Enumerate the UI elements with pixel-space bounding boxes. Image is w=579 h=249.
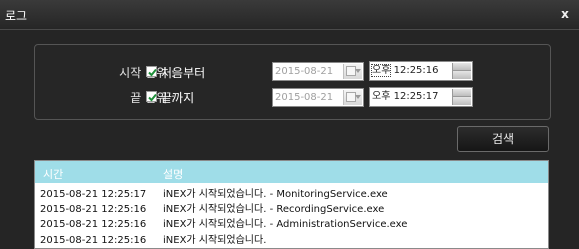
- start-date-dropdown-button[interactable]: [343, 64, 362, 79]
- spin-down-button[interactable]: [453, 71, 471, 79]
- close-button[interactable]: x: [558, 6, 572, 22]
- log-table[interactable]: 시간 설명 2015-08-21 12:25:17 iNEX가 시작되었습니다.…: [34, 160, 549, 249]
- range-filter-panel: 시작 범위 : 처음부터 2015-08-21 오후 12:25:16 끝 범위…: [34, 44, 551, 120]
- start-time-period[interactable]: 오후: [370, 64, 392, 77]
- to-end-checkbox[interactable]: [146, 91, 157, 102]
- chevron-down-icon: [355, 95, 361, 99]
- search-button[interactable]: 검색: [457, 126, 549, 152]
- end-time-period[interactable]: 오후: [372, 91, 390, 102]
- table-row[interactable]: 2015-08-21 12:25:16 iNEX가 시작되었습니다. - Adm…: [35, 218, 548, 232]
- to-end-label: 끝까지: [161, 91, 195, 105]
- log-description-cell: iNEX가 시작되었습니다. - MonitoringService.exe: [163, 189, 388, 200]
- column-header-time[interactable]: 시간: [43, 166, 63, 182]
- checkmark-icon: [148, 93, 157, 102]
- start-range-label: 시작 범위 :: [119, 66, 175, 80]
- end-time-spinner[interactable]: [452, 89, 471, 105]
- start-time-value[interactable]: 12:25:16: [394, 65, 439, 76]
- end-date-dropdown-button[interactable]: [343, 90, 362, 105]
- window-title: 로그: [5, 9, 28, 23]
- log-time-cell: 2015-08-21 12:25:16: [40, 219, 147, 230]
- log-time-cell: 2015-08-21 12:25:16: [40, 235, 147, 246]
- end-time-value[interactable]: 12:25:17: [394, 91, 439, 102]
- table-row[interactable]: 2015-08-21 12:25:16 iNEX가 시작되었습니다. - Rec…: [35, 203, 548, 217]
- start-date-picker[interactable]: 2015-08-21: [272, 62, 364, 81]
- table-row[interactable]: 2015-08-21 12:25:17 iNEX가 시작되었습니다. - Mon…: [35, 188, 548, 202]
- end-date-picker[interactable]: 2015-08-21: [272, 88, 364, 107]
- spin-up-button[interactable]: [453, 89, 471, 97]
- from-beginning-checkbox[interactable]: [146, 66, 157, 77]
- log-description-cell: iNEX가 시작되었습니다. - AdministrationService.e…: [163, 219, 408, 230]
- start-time-field[interactable]: 오후 12:25:16: [369, 61, 473, 81]
- start-date-value: 2015-08-21: [275, 66, 334, 77]
- log-time-cell: 2015-08-21 12:25:16: [40, 204, 147, 215]
- log-table-header: 시간 설명: [35, 161, 548, 183]
- chevron-down-icon: [355, 69, 361, 73]
- end-date-value: 2015-08-21: [275, 92, 334, 103]
- from-beginning-label: 처음부터: [161, 66, 206, 80]
- log-time-cell: 2015-08-21 12:25:17: [40, 189, 147, 200]
- spin-down-button[interactable]: [453, 97, 471, 105]
- end-range-label: 끝 범위 :: [130, 91, 175, 105]
- log-description-cell: iNEX가 시작되었습니다. - RecordingService.exe: [163, 204, 385, 215]
- table-row[interactable]: 2015-08-21 12:25:16 iNEX가 시작되었습니다.: [35, 234, 548, 248]
- title-bar[interactable]: 로그 x: [0, 0, 579, 30]
- log-window: 로그 x 시작 범위 : 처음부터 2015-08-21 오후 12:25:16: [0, 0, 579, 249]
- spin-up-button[interactable]: [453, 63, 471, 71]
- column-header-description[interactable]: 설명: [163, 166, 183, 182]
- log-description-cell: iNEX가 시작되었습니다.: [163, 235, 267, 246]
- start-time-spinner[interactable]: [452, 63, 471, 79]
- end-time-field[interactable]: 오후 12:25:17: [369, 87, 473, 107]
- checkmark-icon: [148, 68, 157, 77]
